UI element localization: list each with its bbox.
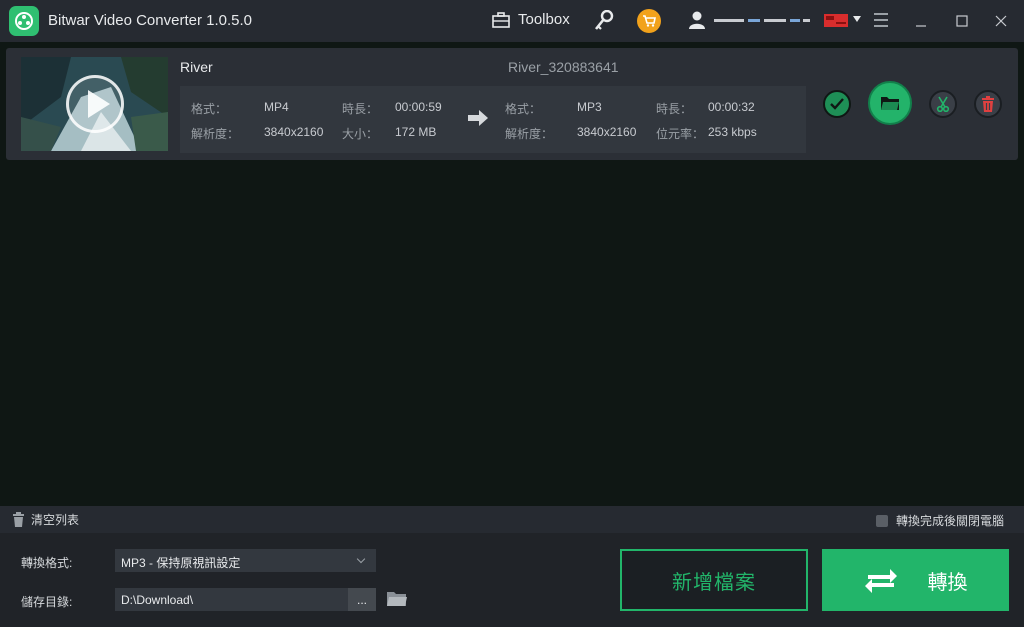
source-file-name: River xyxy=(180,59,213,75)
list-footer-bar: 清空列表 轉換完成後關閉電腦 xyxy=(0,506,1024,533)
output-duration-value: 00:00:32 xyxy=(708,100,755,114)
flag-icon[interactable] xyxy=(824,14,848,27)
scissors-icon xyxy=(936,96,950,112)
source-resolution-label: 解析度： xyxy=(191,127,240,141)
bottom-panel: 轉換格式: MP3 - 保持原視訊設定 儲存目錄: ... 新增檔案 轉換 xyxy=(0,533,1024,627)
shutdown-checkbox[interactable] xyxy=(875,514,888,527)
language-dropdown-caret[interactable] xyxy=(853,16,861,22)
play-icon xyxy=(88,90,110,118)
output-format-select[interactable]: MP3 - 保持原視訊設定 xyxy=(115,549,376,572)
video-thumbnail[interactable] xyxy=(21,57,168,151)
arrow-right-icon xyxy=(468,110,488,126)
output-duration-label: 時長： xyxy=(656,102,693,116)
trim-button[interactable] xyxy=(929,90,957,118)
user-name-obscured xyxy=(714,15,810,27)
browse-button[interactable]: ... xyxy=(348,588,376,611)
save-directory-label: 儲存目錄: xyxy=(21,595,73,609)
delete-button[interactable] xyxy=(974,90,1002,118)
source-format-value: MP4 xyxy=(264,100,289,114)
cart-icon[interactable] xyxy=(637,9,661,33)
format-label: 轉換格式: xyxy=(21,556,73,570)
convert-label: 轉換 xyxy=(927,571,968,594)
toolbox-icon xyxy=(492,11,510,28)
source-resolution-value: 3840x2160 xyxy=(264,125,324,139)
title-bar: Bitwar Video Converter 1.0.5.0 Toolbox xyxy=(0,0,1024,42)
file-row[interactable]: River River_320883641 格式： MP4 時長： 00:00:… xyxy=(6,48,1018,160)
toolbox-label: Toolbox xyxy=(518,11,570,28)
close-icon[interactable] xyxy=(988,8,1014,34)
output-format-label: 格式： xyxy=(505,102,542,116)
convert-icon xyxy=(864,569,897,593)
output-format-value: MP3 - 保持原視訊設定 xyxy=(121,556,241,570)
output-resolution-label: 解析度： xyxy=(505,127,554,141)
add-file-button[interactable]: 新增檔案 xyxy=(620,549,808,611)
trash-icon xyxy=(13,512,24,527)
open-folder-icon[interactable] xyxy=(386,590,408,613)
source-size-value: 172 MB xyxy=(395,125,437,139)
menu-icon[interactable] xyxy=(874,13,888,31)
source-duration-label: 時長： xyxy=(342,102,379,116)
clear-list-button[interactable]: 清空列表 xyxy=(12,511,79,528)
minimize-icon[interactable] xyxy=(908,8,934,34)
key-icon[interactable] xyxy=(594,9,614,37)
output-format-value: MP3 xyxy=(577,100,602,114)
save-directory-input[interactable] xyxy=(115,588,348,611)
file-info-panel: 格式： MP4 時長： 00:00:59 解析度： 3840x2160 大小： … xyxy=(180,86,806,153)
toolbox-button[interactable]: Toolbox xyxy=(492,11,570,28)
maximize-icon[interactable] xyxy=(949,8,975,34)
open-output-folder-button[interactable] xyxy=(868,81,912,125)
trash-icon xyxy=(982,96,994,112)
clear-list-label: 清空列表 xyxy=(31,513,80,527)
convert-button[interactable]: 轉換 xyxy=(822,549,1009,611)
user-icon[interactable] xyxy=(688,11,706,34)
source-format-label: 格式： xyxy=(191,102,228,116)
output-file-name[interactable]: River_320883641 xyxy=(508,59,619,75)
output-resolution-value: 3840x2160 xyxy=(577,125,637,139)
output-bitrate-value: 253 kbps xyxy=(708,125,757,139)
output-bitrate-label: 位元率： xyxy=(656,127,705,141)
source-duration-value: 00:00:59 xyxy=(395,100,442,114)
shutdown-after-convert-option[interactable]: 轉換完成後關閉電腦 xyxy=(875,512,1004,529)
source-size-label: 大小： xyxy=(342,127,379,141)
chevron-down-icon xyxy=(356,554,366,564)
converted-check-icon[interactable] xyxy=(823,90,851,118)
app-title: Bitwar Video Converter 1.0.5.0 xyxy=(48,12,253,29)
app-logo-icon xyxy=(9,6,39,36)
shutdown-label: 轉換完成後關閉電腦 xyxy=(895,514,1004,528)
folder-icon xyxy=(881,97,899,110)
